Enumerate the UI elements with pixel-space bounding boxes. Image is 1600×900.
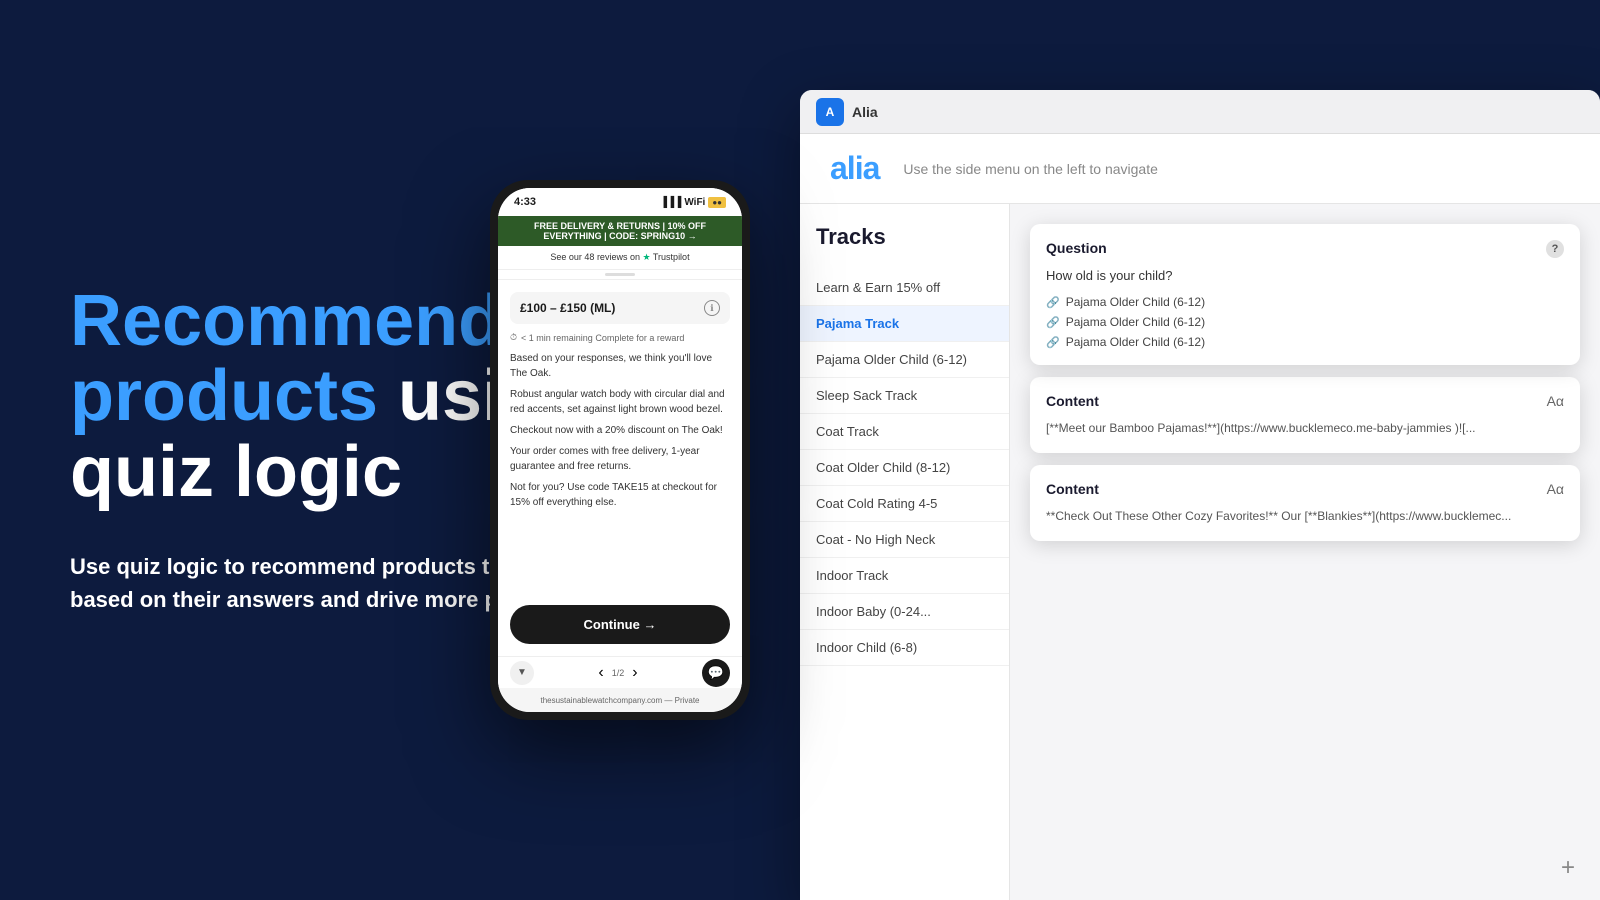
content-card-1-text: [**Meet our Bamboo Pajamas!**](https://w… bbox=[1046, 419, 1564, 437]
alia-nav-hint: Use the side menu on the left to navigat… bbox=[903, 161, 1158, 177]
tracks-title: Tracks bbox=[800, 204, 1009, 262]
link-icon-3: 🔗 bbox=[1046, 336, 1060, 349]
track-item-pajama[interactable]: Pajama Track bbox=[800, 306, 1009, 342]
phone-banner: FREE DELIVERY & RETURNS | 10% OFF EVERYT… bbox=[498, 216, 742, 246]
phone-url-bar: thesustainablewatchcompany.com — Private bbox=[498, 688, 742, 712]
desc-2: Robust angular watch body with circular … bbox=[510, 387, 730, 417]
popup-tag-label-3: Pajama Older Child (6-12) bbox=[1066, 335, 1205, 349]
link-icon-2: 🔗 bbox=[1046, 316, 1060, 329]
browser-titlebar: A Alia bbox=[800, 90, 1600, 134]
phone-bottom-bar: ▼ ‹ 1/2 › 💬 bbox=[498, 656, 742, 688]
track-item-learn[interactable]: Learn & Earn 15% off bbox=[800, 270, 1009, 306]
next-page-arrow[interactable]: › bbox=[632, 664, 637, 682]
phone-cta-button[interactable]: Continue → bbox=[510, 605, 730, 644]
phone-content: £100 – £150 (ML) ℹ ⏱ < 1 min remaining C… bbox=[498, 280, 742, 656]
track-item-pajama-older[interactable]: Pajama Older Child (6-12) bbox=[800, 342, 1009, 378]
trustpilot-stars: ★ bbox=[642, 252, 650, 262]
format-icon-1: Aα bbox=[1547, 393, 1564, 409]
timer-clock-icon: ⏱ bbox=[510, 332, 517, 343]
desc-1: Based on your responses, we think you'll… bbox=[510, 351, 730, 381]
question-card-question: How old is your child? bbox=[1046, 268, 1564, 283]
phone-container: 4:33 ▐▐▐ WiFi ●● FREE DELIVERY & RETURNS… bbox=[490, 180, 750, 720]
track-item-coat-cold[interactable]: Coat Cold Rating 4-5 bbox=[800, 486, 1009, 522]
desc-3: Checkout now with a 20% discount on The … bbox=[510, 423, 730, 438]
content-card-2: Content Aα **Check Out These Other Cozy … bbox=[1030, 465, 1580, 541]
phone-bottom-nav: ‹ 1/2 › bbox=[598, 664, 637, 682]
tracks-list: Learn & Earn 15% off Pajama Track Pajama… bbox=[800, 262, 1009, 900]
track-item-sleep-sack[interactable]: Sleep Sack Track bbox=[800, 378, 1009, 414]
help-icon[interactable]: ? bbox=[1546, 240, 1564, 258]
format-icon-2: Aα bbox=[1547, 481, 1564, 497]
phone-description: Based on your responses, we think you'll… bbox=[510, 351, 730, 597]
phone-trustpilot: See our 48 reviews on ★ Trustpilot bbox=[498, 246, 742, 270]
popup-tag-label-2: Pajama Older Child (6-12) bbox=[1066, 315, 1205, 329]
phone-status-bar: 4:33 ▐▐▐ WiFi ●● bbox=[498, 188, 742, 216]
browser-content: alia Use the side menu on the left to na… bbox=[800, 134, 1600, 900]
browser-main: Tracks Learn & Earn 15% off Pajama Track… bbox=[800, 204, 1600, 900]
headline-recommend: Recommend bbox=[70, 281, 502, 361]
page-indicator: 1/2 bbox=[612, 668, 625, 678]
browser-logo: A Alia bbox=[816, 98, 878, 126]
add-content-button[interactable]: + bbox=[1552, 852, 1584, 884]
timer-text: < 1 min remaining Complete for a reward bbox=[521, 333, 684, 343]
popup-card-tags: 🔗 Pajama Older Child (6-12) 🔗 Pajama Old… bbox=[1046, 295, 1564, 349]
content-card-1: Content Aα [**Meet our Bamboo Pajamas!**… bbox=[1030, 377, 1580, 453]
track-item-coat-older[interactable]: Coat Older Child (8-12) bbox=[800, 450, 1009, 486]
tracks-panel: Tracks Learn & Earn 15% off Pajama Track… bbox=[800, 204, 1010, 900]
info-icon[interactable]: ℹ bbox=[704, 300, 720, 316]
phone: 4:33 ▐▐▐ WiFi ●● FREE DELIVERY & RETURNS… bbox=[490, 180, 750, 720]
phone-screen: 4:33 ▐▐▐ WiFi ●● FREE DELIVERY & RETURNS… bbox=[498, 188, 742, 712]
question-card: Question ? How old is your child? 🔗 Paja… bbox=[1030, 224, 1580, 365]
phone-product-title: £100 – £150 (ML) bbox=[520, 301, 615, 315]
chat-icon[interactable]: 💬 bbox=[702, 659, 730, 687]
phone-scroll-down[interactable]: ▼ bbox=[510, 661, 534, 685]
link-icon-1: 🔗 bbox=[1046, 296, 1060, 309]
track-item-indoor-baby[interactable]: Indoor Baby (0-24... bbox=[800, 594, 1009, 630]
alia-header: alia Use the side menu on the left to na… bbox=[800, 134, 1600, 204]
question-card-type: Question bbox=[1046, 240, 1107, 256]
headline-quiz-logic: quiz logic bbox=[70, 432, 402, 512]
content-card-2-type: Content bbox=[1046, 481, 1099, 497]
battery-icon: ●● bbox=[708, 197, 726, 208]
popup-tag-2: 🔗 Pajama Older Child (6-12) bbox=[1046, 315, 1564, 329]
alia-logo-text: alia bbox=[830, 150, 879, 186]
popup-tag-1: 🔗 Pajama Older Child (6-12) bbox=[1046, 295, 1564, 309]
content-card-1-type: Content bbox=[1046, 393, 1099, 409]
trustpilot-brand: Trustpilot bbox=[653, 252, 690, 262]
browser-window: A Alia alia Use the side menu on the lef… bbox=[800, 90, 1600, 900]
phone-product-header: £100 – £150 (ML) ℹ bbox=[510, 292, 730, 324]
content-card-1-header: Content Aα bbox=[1046, 393, 1564, 409]
browser-tab-label: Alia bbox=[852, 104, 878, 120]
desc-5: Not for you? Use code TAKE15 at checkout… bbox=[510, 480, 730, 510]
phone-timer: ⏱ < 1 min remaining Complete for a rewar… bbox=[510, 332, 730, 343]
trustpilot-text: See our 48 reviews on bbox=[550, 252, 642, 262]
content-card-2-header: Content Aα bbox=[1046, 481, 1564, 497]
track-item-coat[interactable]: Coat Track bbox=[800, 414, 1009, 450]
popup-tag-label-1: Pajama Older Child (6-12) bbox=[1066, 295, 1205, 309]
signal-icon: ▐▐▐ bbox=[660, 197, 681, 208]
track-item-indoor[interactable]: Indoor Track bbox=[800, 558, 1009, 594]
alia-logo: alia bbox=[830, 150, 879, 187]
right-section: A Alia alia Use the side menu on the lef… bbox=[760, 0, 1600, 900]
alia-favicon: A bbox=[816, 98, 844, 126]
detail-panel: Question ? How old is your child? 🔗 Paja… bbox=[1010, 204, 1600, 900]
phone-time: 4:33 bbox=[514, 196, 536, 208]
phone-status-icons: ▐▐▐ WiFi ●● bbox=[660, 197, 726, 208]
prev-page-arrow[interactable]: ‹ bbox=[598, 664, 603, 682]
desc-4: Your order comes with free delivery, 1-y… bbox=[510, 444, 730, 474]
wifi-icon: WiFi bbox=[684, 197, 705, 208]
content-card-2-text: **Check Out These Other Cozy Favorites!*… bbox=[1046, 507, 1564, 525]
track-item-indoor-child[interactable]: Indoor Child (6-8) bbox=[800, 630, 1009, 666]
headline-products: products bbox=[70, 356, 378, 436]
track-item-coat-no-neck[interactable]: Coat - No High Neck bbox=[800, 522, 1009, 558]
question-card-header: Question ? bbox=[1046, 240, 1564, 258]
popup-tag-3: 🔗 Pajama Older Child (6-12) bbox=[1046, 335, 1564, 349]
